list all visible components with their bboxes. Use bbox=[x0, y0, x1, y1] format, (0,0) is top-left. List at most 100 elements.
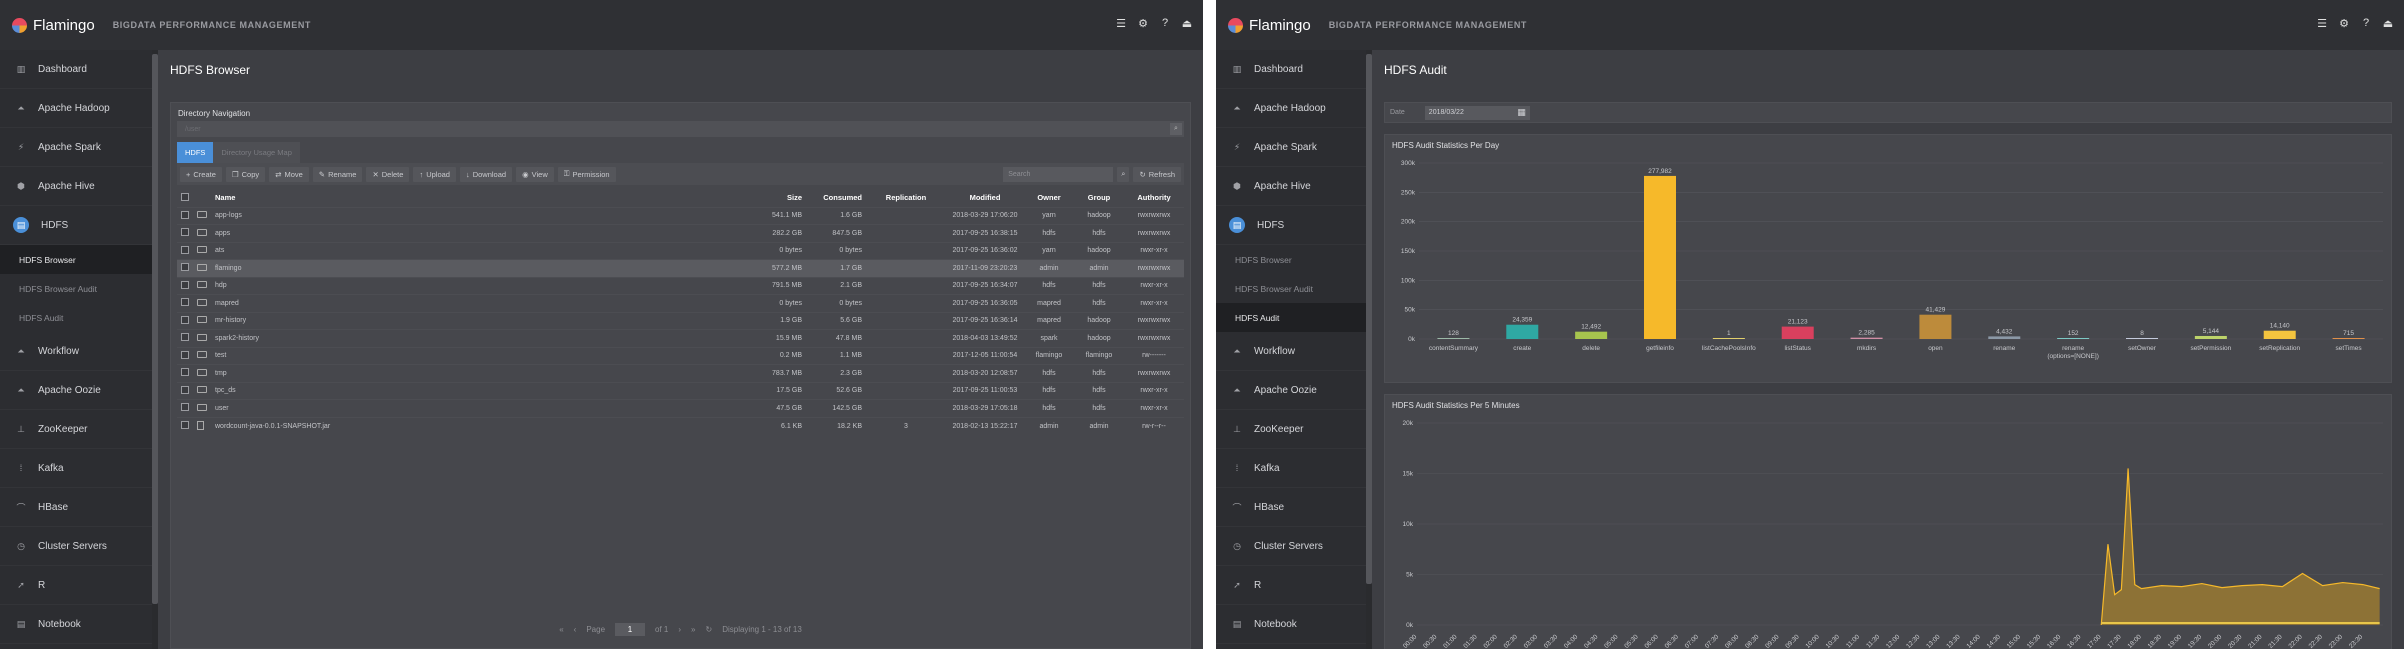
bar-liststatus[interactable] bbox=[1781, 326, 1814, 339]
row-checkbox[interactable] bbox=[177, 206, 193, 225]
sidebar-item-apache-spark[interactable]: ⚡ Apache Spark bbox=[1216, 128, 1366, 167]
bar-getfileinfo[interactable] bbox=[1644, 175, 1676, 339]
gear-icon[interactable]: ⚙ bbox=[2338, 17, 2350, 30]
sidebar-item-r[interactable]: ➚ R bbox=[1216, 566, 1366, 605]
sidebar-item-hbase[interactable]: ⌒ HBase bbox=[1216, 488, 1366, 527]
table-row[interactable]: flamingo 577.2 MB 1.7 GB 2017-11-09 23:20:2… bbox=[177, 259, 1184, 277]
sidebar-item-workflow[interactable]: ⏶ Workflow bbox=[1216, 332, 1366, 371]
upload-button[interactable]: ↑ Upload bbox=[413, 166, 456, 182]
sidebar-item-workflow[interactable]: ⏶ Workflow bbox=[0, 332, 152, 371]
sidebar-subitem-hdfs-audit[interactable]: HDFS Audit bbox=[1216, 303, 1366, 332]
sidebar-item-cluster-servers[interactable]: ◷ Cluster Servers bbox=[1216, 527, 1366, 566]
bar-setpermission[interactable] bbox=[2194, 335, 2227, 339]
column-authority[interactable]: Authority bbox=[1124, 189, 1184, 207]
logout-icon[interactable]: ⏏ bbox=[1181, 17, 1193, 30]
sidebar-subitem-hdfs-browser[interactable]: HDFS Browser bbox=[0, 245, 152, 274]
bar-rename-options-none-[interactable] bbox=[2057, 338, 2090, 339]
table-row[interactable]: mapred 0 bytes 0 bytes 2017-09-25 16:36:05 m… bbox=[177, 294, 1184, 312]
row-checkbox[interactable] bbox=[177, 381, 193, 400]
sidebar-item-zookeeper[interactable]: ⊥ ZooKeeper bbox=[0, 410, 152, 449]
delete-button[interactable]: ✕ Delete bbox=[366, 166, 410, 182]
sidebar-item-notebook[interactable]: ▤ Notebook bbox=[1216, 605, 1366, 644]
column-consumed[interactable]: Consumed bbox=[806, 189, 866, 207]
sidebar-subitem-hdfs-browser[interactable]: HDFS Browser bbox=[1216, 245, 1366, 274]
refresh-page-icon[interactable]: ↻ bbox=[705, 625, 712, 634]
sidebar-item-dashboard[interactable]: ▥ Dashboard bbox=[0, 50, 152, 89]
bar-create[interactable] bbox=[1506, 324, 1539, 339]
sidebar-item-apache-hive[interactable]: ⬢ Apache Hive bbox=[0, 167, 152, 206]
help-icon[interactable]: ? bbox=[2360, 17, 2372, 30]
calendar-icon[interactable]: ▦ bbox=[1517, 107, 1526, 118]
table-row[interactable]: wordcount-java-0.0.1-SNAPSHOT.jar 6.1 KB 1… bbox=[177, 416, 1184, 435]
column-owner[interactable]: Owner bbox=[1024, 189, 1074, 207]
sidebar-item-dashboard[interactable]: ▥ Dashboard bbox=[1216, 50, 1366, 89]
help-icon[interactable]: ? bbox=[1159, 17, 1171, 30]
sidebar-item-notebook[interactable]: ▤ Notebook bbox=[0, 605, 152, 644]
column-name[interactable]: Name bbox=[211, 189, 736, 207]
sidebar-item-kafka[interactable]: ⁞ Kafka bbox=[1216, 449, 1366, 488]
row-checkbox[interactable] bbox=[177, 241, 193, 260]
bar-contentsummary[interactable] bbox=[1437, 338, 1470, 339]
row-checkbox[interactable] bbox=[177, 311, 193, 330]
table-row[interactable]: user 47.5 GB 142.5 GB 2018-03-29 17:05:18 hd… bbox=[177, 399, 1184, 417]
table-row[interactable]: ats 0 bytes 0 bytes 2017-09-25 16:36:02 yarn… bbox=[177, 241, 1184, 260]
select-all-checkbox[interactable] bbox=[177, 189, 193, 207]
table-row[interactable]: tmp 783.7 MB 2.3 GB 2018-03-20 12:08:57 hdfs… bbox=[177, 364, 1184, 382]
tab-directory-usage-map[interactable]: Directory Usage Map bbox=[213, 142, 300, 163]
sidebar-item-apache-hadoop[interactable]: ⏶ Apache Hadoop bbox=[0, 89, 152, 128]
tab-hdfs[interactable]: HDFS bbox=[177, 142, 214, 163]
sidebar-item-hdfs[interactable]: ▤ HDFS bbox=[0, 206, 152, 245]
column-replication[interactable]: Replication bbox=[866, 189, 946, 207]
table-row[interactable]: hdp 791.5 MB 2.1 GB 2017-09-25 16:34:07 hdfs… bbox=[177, 276, 1184, 295]
bar-rename[interactable] bbox=[1988, 336, 2021, 339]
search-icon[interactable]: ⌕ bbox=[1117, 166, 1130, 182]
create-button[interactable]: + Create bbox=[180, 166, 222, 182]
date-input[interactable]: 2018/03/22 ▦ bbox=[1424, 105, 1530, 120]
logo[interactable]: Flamingo bbox=[12, 17, 95, 34]
bar-delete[interactable] bbox=[1575, 331, 1608, 339]
sidebar-subitem-hdfs-browser-audit[interactable]: HDFS Browser Audit bbox=[1216, 274, 1366, 303]
gear-icon[interactable]: ⚙ bbox=[1137, 17, 1149, 30]
first-page-icon[interactable]: « bbox=[559, 625, 563, 634]
bar-setreplication[interactable] bbox=[2263, 330, 2296, 339]
sidebar-subitem-hdfs-browser-audit[interactable]: HDFS Browser Audit bbox=[0, 274, 152, 303]
sidebar-item-cluster-servers[interactable]: ◷ Cluster Servers bbox=[0, 527, 152, 566]
refresh-button[interactable]: ↻ Refresh bbox=[1133, 166, 1181, 182]
table-row[interactable]: test 0.2 MB 1.1 MB 2017-12-05 11:00:54 flami… bbox=[177, 346, 1184, 365]
row-checkbox[interactable] bbox=[177, 416, 193, 435]
sidebar-item-apache-hive[interactable]: ⬢ Apache Hive bbox=[1216, 167, 1366, 206]
row-checkbox[interactable] bbox=[177, 364, 193, 382]
sidebar-item-hbase[interactable]: ⌒ HBase bbox=[0, 488, 152, 527]
column-group[interactable]: Group bbox=[1074, 189, 1124, 207]
sidebar-item-apache-oozie[interactable]: ⏶ Apache Oozie bbox=[1216, 371, 1366, 410]
bar-settimes[interactable] bbox=[2332, 338, 2365, 339]
menu-icon[interactable]: ☰ bbox=[2316, 17, 2328, 30]
page-input[interactable]: 1 bbox=[615, 623, 646, 636]
search-input[interactable]: Search bbox=[1003, 166, 1114, 182]
folder-tree-icon[interactable]: ⌕ bbox=[1170, 123, 1182, 135]
download-button[interactable]: ↓ Download bbox=[459, 166, 513, 182]
logout-icon[interactable]: ⏏ bbox=[2382, 17, 2394, 30]
view-button[interactable]: ◉ View bbox=[516, 166, 554, 182]
bar-listcachepoolsinfo[interactable] bbox=[1712, 338, 1745, 339]
copy-button[interactable]: ❐ Copy bbox=[225, 166, 266, 182]
row-checkbox[interactable] bbox=[177, 224, 193, 242]
row-checkbox[interactable] bbox=[177, 294, 193, 312]
sidebar-subitem-hdfs-audit[interactable]: HDFS Audit bbox=[0, 303, 152, 332]
audit-area-series[interactable] bbox=[2101, 468, 2380, 625]
column-modified[interactable]: Modified bbox=[946, 189, 1024, 207]
logo[interactable]: Flamingo bbox=[1228, 17, 1311, 34]
prev-page-icon[interactable]: ‹ bbox=[574, 625, 577, 634]
row-checkbox[interactable] bbox=[177, 346, 193, 365]
row-checkbox[interactable] bbox=[177, 276, 193, 295]
sidebar-item-zookeeper[interactable]: ⊥ ZooKeeper bbox=[1216, 410, 1366, 449]
sidebar-item-apache-hadoop[interactable]: ⏶ Apache Hadoop bbox=[1216, 89, 1366, 128]
permission-button[interactable]: ⚿ Permission bbox=[557, 166, 616, 182]
column-size[interactable]: Size bbox=[736, 189, 806, 207]
sidebar-item-hdfs[interactable]: ▤ HDFS bbox=[1216, 206, 1366, 245]
table-row[interactable]: tpc_ds 17.5 GB 52.6 GB 2017-09-25 11:00:53 h… bbox=[177, 381, 1184, 400]
sidebar-item-kafka[interactable]: ⁞ Kafka bbox=[0, 449, 152, 488]
move-button[interactable]: ⇄ Move bbox=[269, 166, 309, 182]
bar-mkdirs[interactable] bbox=[1850, 337, 1883, 339]
row-checkbox[interactable] bbox=[177, 259, 193, 277]
